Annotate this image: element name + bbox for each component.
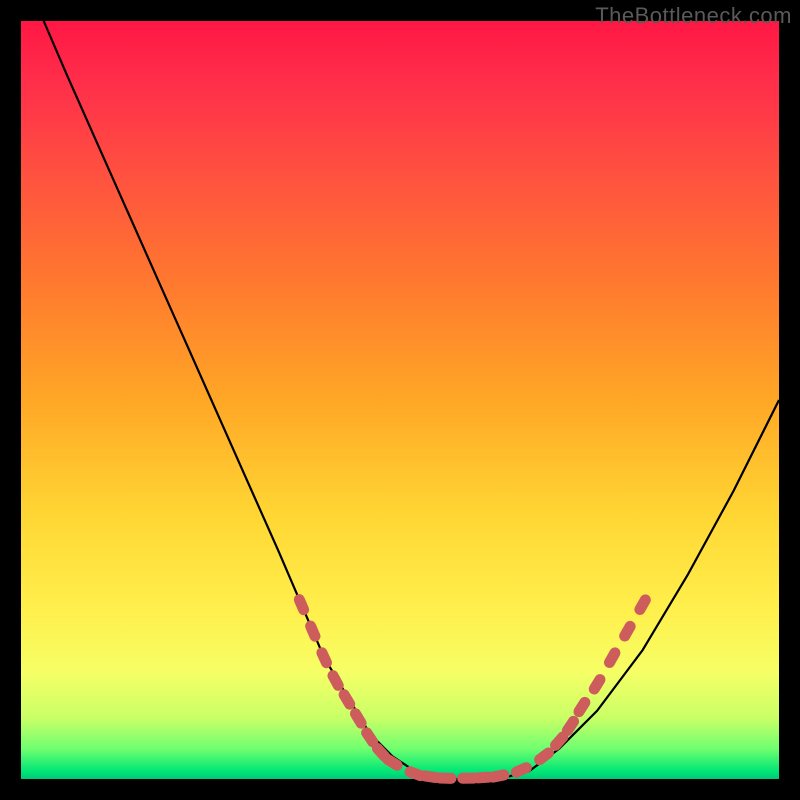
bottleneck-curve (44, 21, 779, 779)
chart-frame: TheBottleneck.com (0, 0, 800, 800)
curve-marker (571, 695, 592, 719)
plot-area (21, 21, 779, 779)
curve-marker (292, 592, 311, 617)
marker-group (292, 592, 653, 784)
curve-marker (617, 619, 637, 644)
curve-marker (587, 672, 608, 697)
chart-svg (21, 21, 779, 779)
curve-marker (487, 768, 511, 783)
curve-marker (632, 592, 652, 617)
curve-marker (602, 645, 622, 670)
curve-marker (315, 645, 334, 670)
curve-marker (303, 619, 322, 644)
watermark-text: TheBottleneck.com (595, 3, 792, 29)
curve-marker (434, 772, 456, 784)
